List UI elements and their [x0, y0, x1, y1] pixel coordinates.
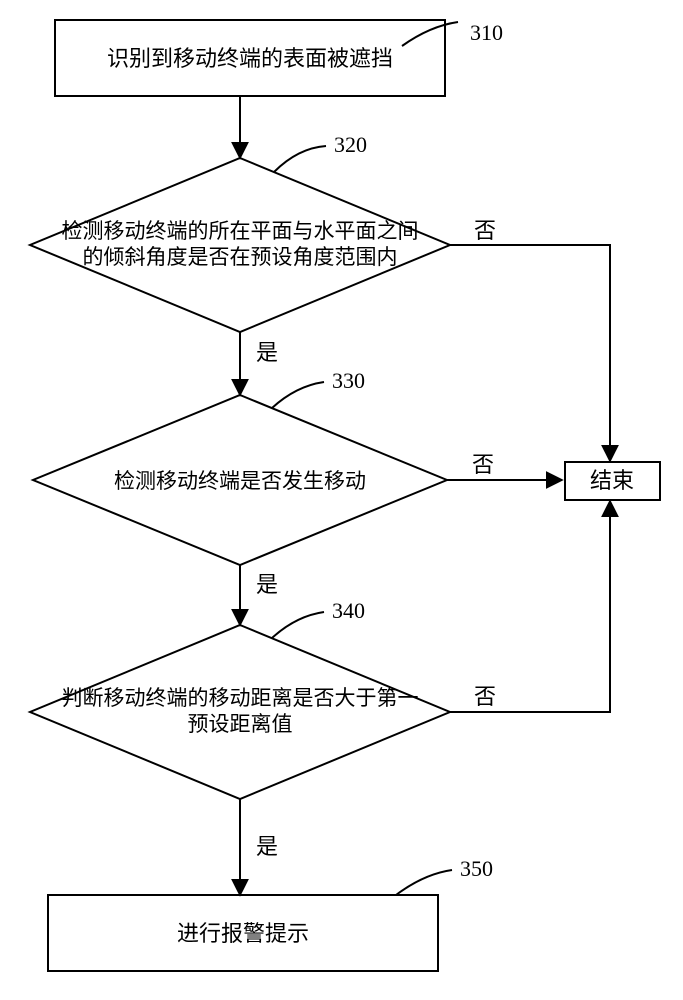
flowchart-diagram: 识别到移动终端的表面被遮挡 310 检测移动终端的所在平面与水平面之间 的倾斜角…: [0, 0, 683, 1000]
svg-text:340: 340: [332, 598, 365, 623]
step-310-number: 310: [402, 20, 503, 46]
step-320-line1: 检测移动终端的所在平面与水平面之间: [62, 219, 419, 243]
step-350: 进行报警提示: [48, 895, 438, 971]
svg-text:330: 330: [332, 368, 365, 393]
label-320-yes: 是: [256, 340, 278, 365]
step-340-number: 340: [272, 598, 365, 638]
step-330-number: 330: [272, 368, 365, 408]
svg-text:310: 310: [470, 20, 503, 45]
step-330-text: 检测移动终端是否发生移动: [114, 469, 366, 493]
label-330-yes: 是: [256, 572, 278, 597]
step-320-line2: 的倾斜角度是否在预设角度范围内: [83, 245, 398, 269]
step-350-text: 进行报警提示: [177, 921, 309, 946]
svg-text:350: 350: [460, 856, 493, 881]
step-330: 检测移动终端是否发生移动: [33, 395, 447, 565]
step-310-text: 识别到移动终端的表面被遮挡: [107, 46, 393, 71]
step-320: 检测移动终端的所在平面与水平面之间 的倾斜角度是否在预设角度范围内: [30, 158, 450, 332]
step-340: 判断移动终端的移动距离是否大于第一 预设距离值: [30, 625, 450, 799]
step-340-line1: 判断移动终端的移动距离是否大于第一: [62, 686, 419, 710]
step-end: 结束: [565, 462, 660, 500]
step-320-number: 320: [274, 132, 367, 172]
label-340-no: 否: [474, 684, 496, 709]
label-320-no: 否: [474, 218, 496, 243]
label-340-yes: 是: [256, 834, 278, 859]
arrow-340-no: [450, 501, 610, 712]
svg-text:320: 320: [334, 132, 367, 157]
label-330-no: 否: [472, 452, 494, 477]
arrow-320-no: [450, 245, 610, 461]
step-310: 识别到移动终端的表面被遮挡: [55, 20, 445, 96]
step-340-line2: 预设距离值: [188, 712, 293, 736]
step-350-number: 350: [396, 856, 493, 895]
step-end-text: 结束: [590, 468, 634, 493]
